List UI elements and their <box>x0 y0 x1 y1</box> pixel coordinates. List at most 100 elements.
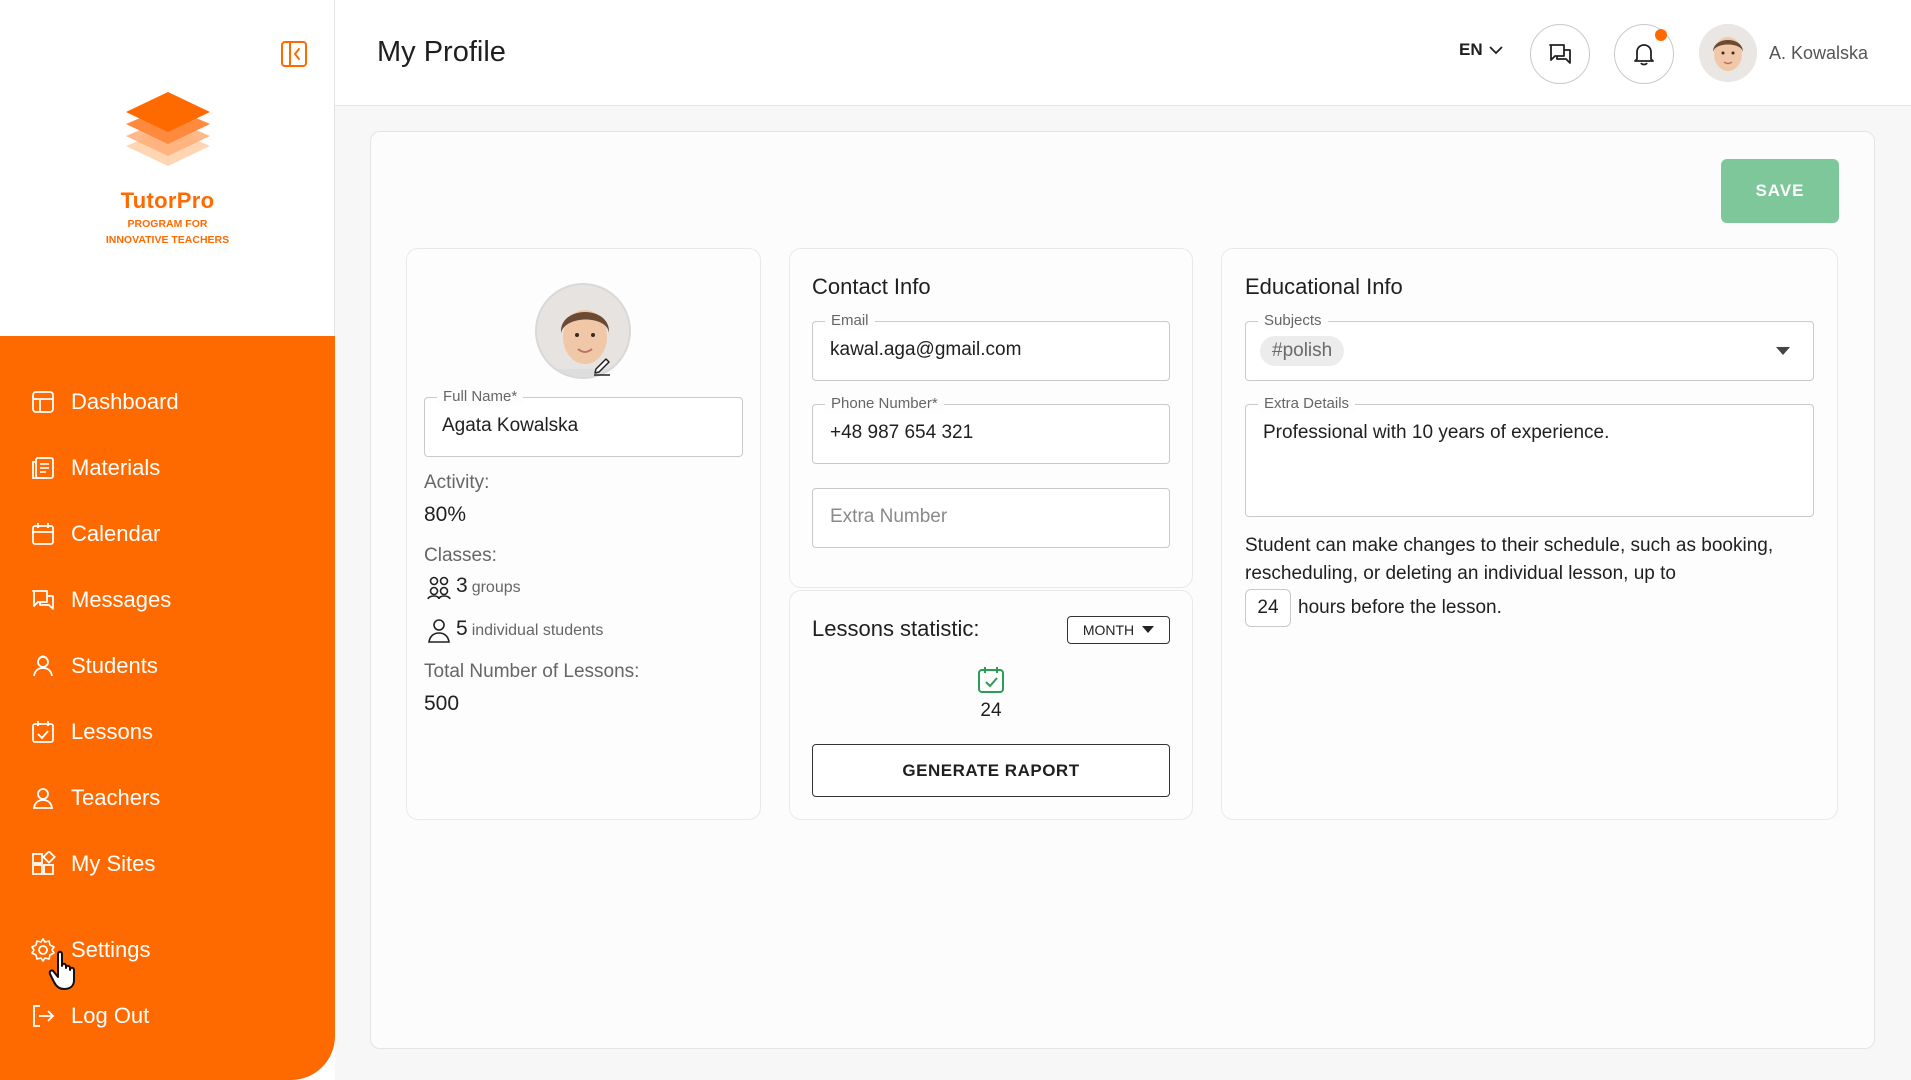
lessons-statistic-title: Lessons statistic: <box>812 616 980 641</box>
collapse-sidebar-button[interactable] <box>280 40 308 68</box>
top-header: My Profile EN A. Kowalska <box>335 0 1911 106</box>
avatar[interactable] <box>1699 24 1757 82</box>
extra-details-value: Professional with 10 years of experience… <box>1263 422 1610 443</box>
phone-label: Phone Number* <box>825 395 944 412</box>
sidebar-item-students[interactable]: Students <box>30 646 158 686</box>
classes-label: Classes: <box>424 545 497 566</box>
sidebar-item-label: Dashboard <box>71 389 179 414</box>
user-photo-icon <box>1699 24 1757 82</box>
groups-icon <box>427 576 451 600</box>
subjects-label: Subjects <box>1258 312 1328 329</box>
sidebar-item-materials[interactable]: Materials <box>30 448 160 488</box>
sidebar-item-label: My Sites <box>71 851 156 876</box>
notifications-button[interactable] <box>1614 24 1674 84</box>
students-icon <box>30 653 56 679</box>
caret-down-icon <box>1142 626 1155 633</box>
subject-chip[interactable]: #polish <box>1260 336 1345 366</box>
sidebar-item-my-sites[interactable]: My Sites <box>30 844 155 884</box>
hours-suffix: hours before the lesson. <box>1298 597 1502 618</box>
teachers-icon <box>30 785 56 811</box>
gear-icon <box>30 937 56 963</box>
activity-value: 80% <box>424 503 467 526</box>
extra-number-placeholder: Extra Number <box>830 506 948 527</box>
extra-number-field[interactable]: Extra Number <box>812 488 1170 548</box>
page-title: My Profile <box>377 36 506 68</box>
brand-tagline-line1: PROGRAM FOR <box>127 218 208 230</box>
sidebar-item-label: Calendar <box>71 521 161 546</box>
brand-tagline-line2: INNOVATIVE TEACHERS <box>105 234 230 246</box>
messages-button[interactable] <box>1530 24 1590 84</box>
policy-line-1: Student can make changes to their schedu… <box>1245 535 1774 556</box>
contact-title: Contact Info <box>812 274 931 299</box>
email-label: Email <box>825 312 875 329</box>
language-label: EN <box>1459 40 1483 59</box>
user-photo-icon <box>537 285 629 377</box>
calendar-check-icon <box>976 665 1006 695</box>
sidebar-item-label: Materials <box>71 455 161 480</box>
individual-row: 5 individual students <box>426 617 603 643</box>
phone-value: +48 987 654 321 <box>830 422 974 443</box>
collapse-sidebar-icon <box>281 41 307 67</box>
sidebar-item-label: Log Out <box>71 1003 150 1028</box>
sidebar: TutorPro PROGRAM FOR INNOVATIVE TEACHERS… <box>0 0 335 1080</box>
sidebar-item-teachers[interactable]: Teachers <box>30 778 160 818</box>
sidebar-item-label: Messages <box>71 587 172 612</box>
sidebar-item-label: Teachers <box>71 785 161 810</box>
hours-input[interactable]: 24 <box>1245 589 1291 627</box>
groups-count: 3 <box>456 574 468 597</box>
sidebar-item-calendar[interactable]: Calendar <box>30 514 160 554</box>
caret-down-icon <box>1776 347 1790 355</box>
lessons-icon <box>30 719 56 745</box>
full-name-label: Full Name* <box>437 388 524 405</box>
sidebar-item-label: Lessons <box>71 719 153 744</box>
sidebar-nav: Dashboard Materials Calendar Messages St… <box>0 336 335 1080</box>
sidebar-item-settings[interactable]: Settings <box>30 930 151 970</box>
generate-report-button[interactable]: GENERATE RAPORT <box>812 744 1170 797</box>
full-name-field[interactable]: Full Name* Agata Kowalska <box>424 388 743 457</box>
sidebar-item-messages[interactable]: Messages <box>30 580 171 620</box>
save-button[interactable]: SAVE <box>1721 159 1839 223</box>
full-name-value: Agata Kowalska <box>442 415 579 436</box>
language-selector[interactable]: EN <box>1459 40 1503 60</box>
groups-row: 3 groups <box>426 574 521 600</box>
phone-field[interactable]: Phone Number* +48 987 654 321 <box>812 395 1170 464</box>
chevron-down-icon <box>1488 46 1503 55</box>
sidebar-item-logout[interactable]: Log Out <box>30 996 149 1036</box>
lessons-count: 24 <box>980 700 1002 721</box>
calendar-icon <box>30 521 56 547</box>
sites-icon <box>30 851 56 877</box>
activity-label: Activity: <box>424 472 490 493</box>
dashboard-icon <box>30 389 56 415</box>
materials-icon <box>30 455 56 481</box>
extra-details-label: Extra Details <box>1258 395 1356 412</box>
email-field[interactable]: Email kawal.aga@gmail.com <box>812 312 1170 381</box>
extra-details-field[interactable]: Extra Details Professional with 10 years… <box>1245 395 1814 517</box>
sidebar-brand-area: TutorPro PROGRAM FOR INNOVATIVE TEACHERS <box>0 0 335 336</box>
period-select[interactable]: MONTH <box>1067 616 1170 644</box>
individual-label: individual students <box>471 622 604 639</box>
sidebar-item-label: Settings <box>71 937 151 962</box>
edit-photo-button[interactable] <box>592 356 612 376</box>
logo-icon <box>118 88 218 180</box>
total-lessons-value: 500 <box>424 692 460 715</box>
brand-name: TutorPro <box>120 188 215 213</box>
period-label: MONTH <box>1082 622 1135 638</box>
educational-title: Educational Info <box>1245 274 1403 299</box>
header-user-name[interactable]: A. Kowalska <box>1769 43 1868 64</box>
total-lessons-label: Total Number of Lessons: <box>424 661 640 682</box>
policy-text: Student can make changes to their schedu… <box>1245 532 1825 588</box>
profile-avatar[interactable] <box>535 283 631 379</box>
bell-icon <box>1634 44 1654 66</box>
sidebar-item-lessons[interactable]: Lessons <box>30 712 153 752</box>
person-icon <box>428 619 450 643</box>
policy-line-2: rescheduling, or deleting an individual … <box>1245 563 1676 584</box>
sidebar-item-dashboard[interactable]: Dashboard <box>30 382 179 422</box>
individual-count: 5 <box>456 617 468 640</box>
notification-dot <box>1655 29 1667 41</box>
logout-icon <box>30 1003 56 1029</box>
pencil-icon <box>594 358 610 376</box>
sidebar-item-label: Students <box>71 653 158 678</box>
email-value: kawal.aga@gmail.com <box>830 339 1022 360</box>
groups-label: groups <box>471 579 521 596</box>
brand-tagline: PROGRAM FOR INNOVATIVE TEACHERS <box>0 216 335 248</box>
